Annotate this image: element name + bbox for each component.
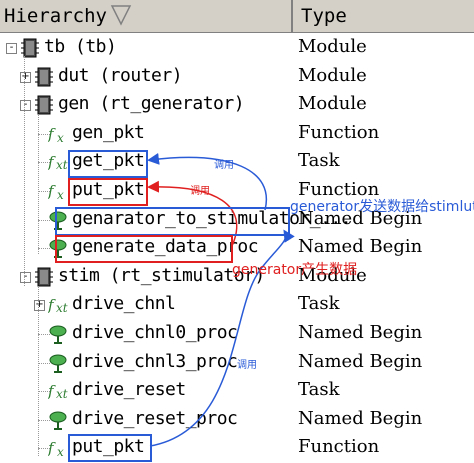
highlight-put-pkt (68, 178, 148, 206)
send-note: generator发送数据给stimlutor (290, 199, 474, 215)
produce-note: generator产生数据 (232, 262, 358, 278)
highlight-generate-data-proc (55, 235, 233, 263)
highlight-generator-to-stimulator (55, 207, 290, 236)
call-label-1: 调用 (214, 160, 234, 171)
call-label-3: 调用 (237, 360, 257, 371)
highlight-get-pkt (68, 150, 148, 178)
highlight-stim-put-pkt (68, 434, 152, 462)
call-label-2: 调用 (190, 186, 210, 197)
